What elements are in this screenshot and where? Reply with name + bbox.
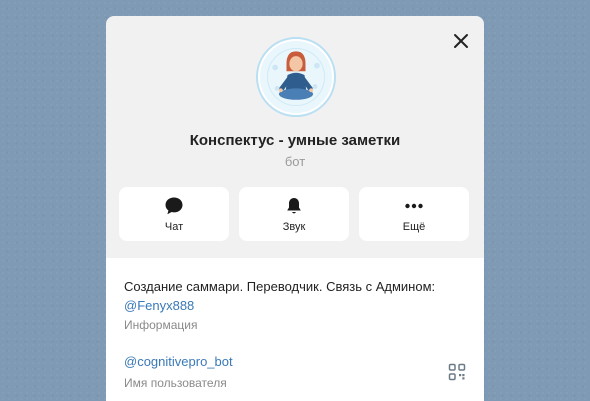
sound-button[interactable]: Звук xyxy=(239,187,349,241)
close-icon[interactable] xyxy=(452,32,470,50)
bell-icon xyxy=(287,197,301,213)
chat-button[interactable]: Чат xyxy=(119,187,229,241)
sound-button-label: Звук xyxy=(282,220,306,233)
profile-panel: Конспектус - умные заметки бот Чат Звук xyxy=(106,16,484,401)
action-bar: Чат Звук Ещё xyxy=(119,187,469,241)
qr-code-icon[interactable] xyxy=(448,363,466,381)
admin-link[interactable]: @Fenyx888 xyxy=(124,298,194,313)
meditating-person-icon xyxy=(259,40,333,114)
username-caption: Имя пользователя xyxy=(124,376,227,390)
bot-description-text: Создание саммари. Переводчик. Связь с Ад… xyxy=(124,279,436,294)
avatar xyxy=(256,37,336,117)
bot-description: Создание саммари. Переводчик. Связь с Ад… xyxy=(124,277,454,315)
username-link[interactable]: @cognitivepro_bot xyxy=(124,354,233,369)
chat-bubble-icon xyxy=(165,197,183,214)
profile-subtitle: бот xyxy=(284,154,306,169)
more-dots-icon xyxy=(405,203,423,208)
info-section: Создание саммари. Переводчик. Связь с Ад… xyxy=(106,258,484,401)
chat-button-label: Чат xyxy=(164,220,184,233)
description-caption: Информация xyxy=(124,318,198,332)
more-button[interactable]: Ещё xyxy=(359,187,469,241)
more-button-label: Ещё xyxy=(402,220,426,233)
profile-title: Конспектус - умные заметки xyxy=(189,132,401,149)
